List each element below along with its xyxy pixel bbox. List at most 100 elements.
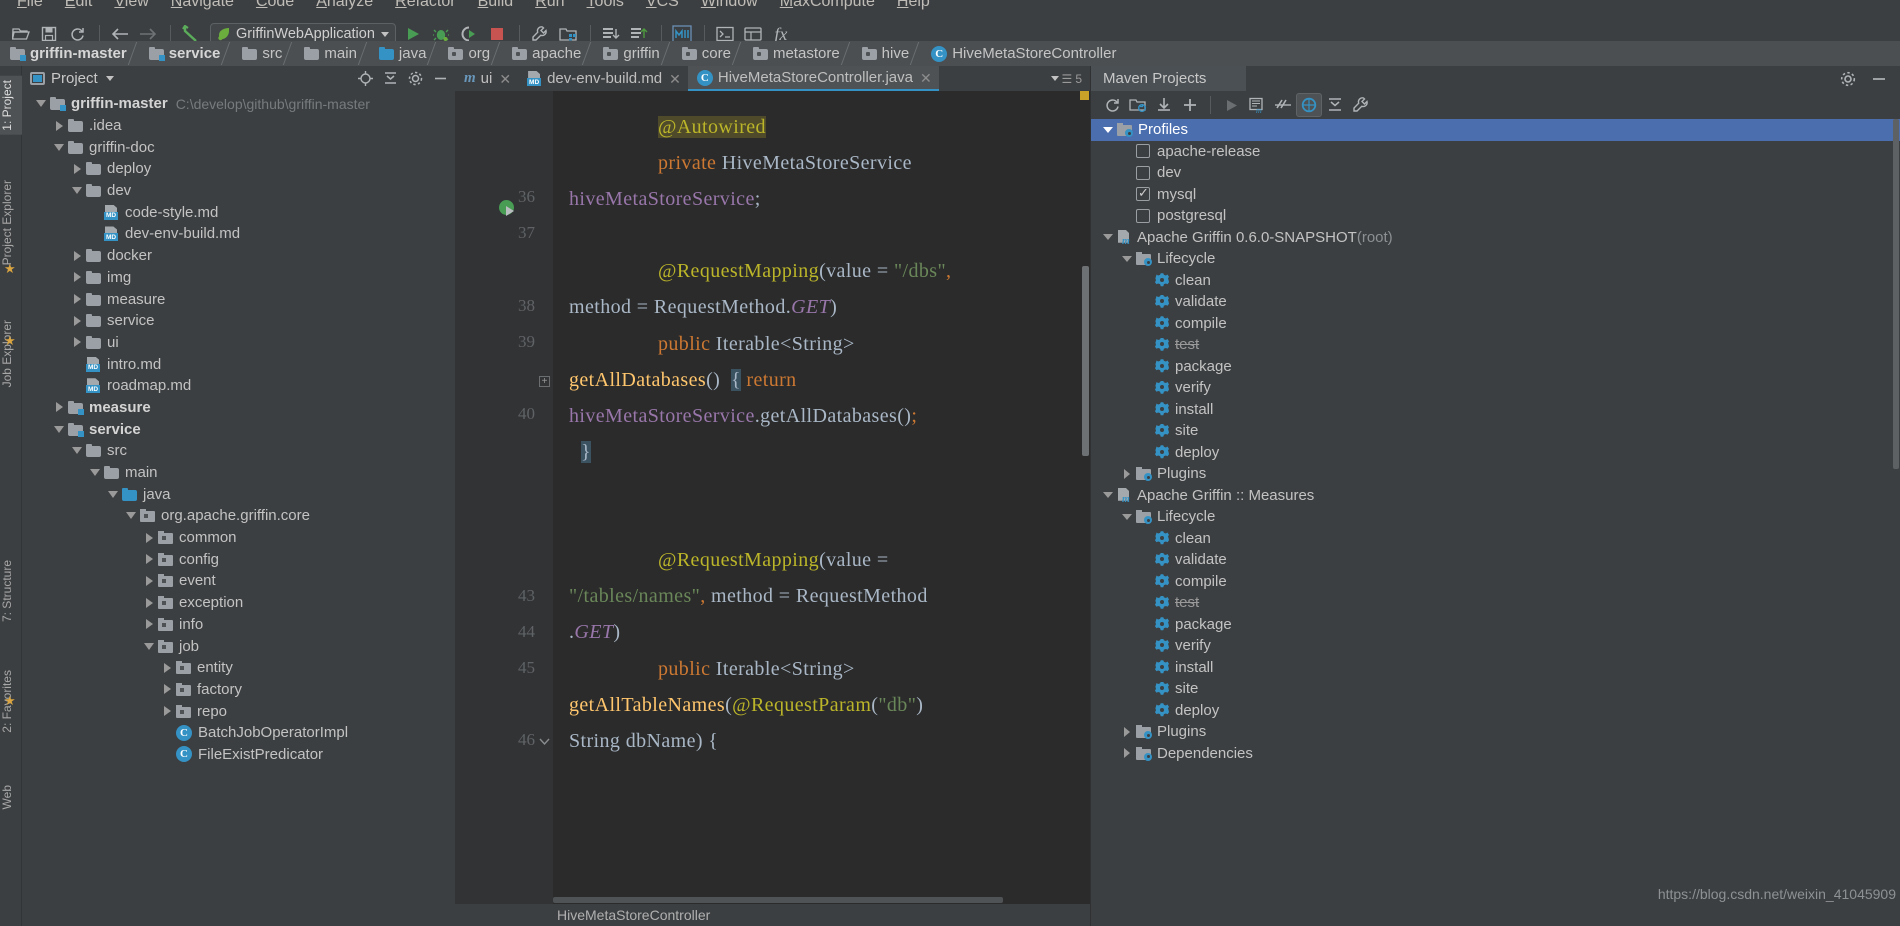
breadcrumb-item-metastore[interactable]: metastore (749, 41, 858, 66)
tree-twisty[interactable] (104, 483, 122, 505)
menu-item-view[interactable]: View (103, 0, 159, 11)
maven-node-verify[interactable]: verify (1091, 377, 1900, 399)
maven-node-plugins[interactable]: Plugins (1091, 463, 1900, 485)
collapse-all-maven-icon[interactable] (1322, 93, 1348, 117)
tree-twisty[interactable] (68, 267, 86, 289)
tree-node-entity[interactable]: entity (22, 657, 455, 679)
tree-node-service[interactable]: service (22, 310, 455, 332)
tree-twisty[interactable] (32, 93, 50, 115)
maven-twisty[interactable] (1118, 748, 1136, 759)
tree-twisty[interactable] (158, 657, 176, 679)
maven-node-dev[interactable]: dev (1091, 162, 1900, 184)
tree-node-service[interactable]: service (22, 418, 455, 440)
menu-item-maxcompute[interactable]: MaxCompute (769, 0, 886, 11)
inspection-widget[interactable]: ☰ 5 (1050, 66, 1090, 91)
code-line[interactable]: String dbName) { (569, 730, 718, 753)
menu-item-analyze[interactable]: Analyze (305, 0, 384, 11)
settings-gear-icon[interactable] (404, 69, 426, 89)
hide-icon[interactable] (429, 69, 451, 89)
tree-twisty[interactable] (50, 115, 68, 137)
reimport-icon[interactable] (1099, 93, 1125, 117)
maven-node-verify[interactable]: verify (1091, 635, 1900, 657)
editor-vertical-scrollbar[interactable] (1080, 91, 1090, 926)
tree-node-event[interactable]: event (22, 570, 455, 592)
maven-node-install[interactable]: install (1091, 399, 1900, 421)
maven-vertical-scrollbar[interactable] (1892, 119, 1900, 489)
tree-node-griffin-master[interactable]: griffin-master C:\develop\github\griffin-… (22, 93, 455, 115)
menu-item-vcs[interactable]: VCS (635, 0, 690, 11)
close-icon[interactable]: ✕ (499, 72, 511, 86)
maven-node-profiles[interactable]: Profiles (1091, 119, 1900, 141)
tool-window-button-project[interactable]: 1: Project (0, 76, 22, 135)
maven-node-lifecycle[interactable]: Lifecycle (1091, 506, 1900, 528)
fold-collapse-icon[interactable] (539, 736, 550, 747)
tree-node-intro-md[interactable]: MD intro.md (22, 353, 455, 375)
tree-node-docker[interactable]: docker (22, 245, 455, 267)
maven-node-clean[interactable]: clean (1091, 270, 1900, 292)
tree-twisty[interactable] (86, 223, 104, 245)
code-line[interactable]: } (581, 441, 591, 464)
code-line[interactable]: @Autowired (658, 116, 766, 139)
code-line[interactable]: private HiveMetaStoreService (658, 152, 912, 175)
hscrollbar-thumb[interactable] (553, 897, 1003, 903)
chevron-down-icon[interactable] (1050, 76, 1059, 81)
tree-twisty[interactable] (158, 722, 176, 744)
maven-twisty[interactable] (1118, 513, 1136, 520)
tree-node-dev[interactable]: dev (22, 180, 455, 202)
maven-node-lifecycle[interactable]: Lifecycle (1091, 248, 1900, 270)
tree-twisty[interactable] (68, 375, 86, 397)
maven-settings-gear-icon[interactable] (1837, 69, 1859, 89)
maven-node-clean[interactable]: clean (1091, 528, 1900, 550)
tool-window-button-structure[interactable]: 7: Structure (0, 556, 22, 626)
tree-twisty[interactable] (68, 353, 86, 375)
maven-node-apache-release[interactable]: apache-release (1091, 141, 1900, 163)
error-stripe-marker[interactable] (1080, 91, 1089, 100)
maven-node-validate[interactable]: validate (1091, 291, 1900, 313)
editor-tab-hivemetastorecontroller-java[interactable]: C HiveMetaStoreController.java ✕ (687, 66, 939, 91)
tree-twisty[interactable] (68, 310, 86, 332)
tree-twisty[interactable] (50, 397, 68, 419)
maven-node-site[interactable]: site (1091, 678, 1900, 700)
add-icon[interactable] (1177, 93, 1203, 117)
tree-node-img[interactable]: img (22, 267, 455, 289)
maven-tree[interactable]: Profiles apache-release dev mysql postgresql… (1091, 119, 1900, 919)
breadcrumb-item-griffin[interactable]: griffin (599, 41, 677, 66)
tree-twisty[interactable] (50, 136, 68, 158)
maven-twisty[interactable] (1118, 468, 1136, 479)
code-line[interactable]: getAllTableNames(@RequestParam("db") (569, 694, 923, 717)
tree-node-org-apache-griffin-core[interactable]: org.apache.griffin.core (22, 505, 455, 527)
maven-hide-icon[interactable] (1868, 69, 1890, 89)
maven-run-icon[interactable] (1218, 93, 1244, 117)
menu-item-window[interactable]: Window (690, 0, 769, 11)
maven-node-dependencies[interactable]: Dependencies (1091, 743, 1900, 765)
tree-twisty[interactable] (68, 245, 86, 267)
maven-node-package[interactable]: package (1091, 356, 1900, 378)
maven-node-package[interactable]: package (1091, 614, 1900, 636)
tree-node-config[interactable]: config (22, 548, 455, 570)
tree-twisty[interactable] (68, 288, 86, 310)
breadcrumb-item-hivemetastorecontroller[interactable]: C HiveMetaStoreController (927, 41, 1120, 66)
tool-window-button-jobexplorer[interactable]: Job Explorer (0, 316, 22, 391)
breadcrumb-item-apache[interactable]: apache (508, 41, 599, 66)
tree-twisty[interactable] (140, 548, 158, 570)
tree-twisty[interactable] (140, 614, 158, 636)
tree-node-info[interactable]: info (22, 614, 455, 636)
tree-node-fileexistpredicator[interactable]: C FileExistPredicator (22, 744, 455, 766)
code-line[interactable]: getAllDatabases() { return (569, 369, 797, 392)
breadcrumb-item-griffin-master[interactable]: griffin-master (6, 41, 145, 66)
menu-item-run[interactable]: Run (524, 0, 575, 11)
toggle-skip-tests-icon[interactable] (1270, 93, 1296, 117)
code-line[interactable]: public Iterable<String> (658, 333, 855, 356)
maven-node-deploy[interactable]: deploy (1091, 442, 1900, 464)
tool-window-button-web[interactable]: Web (0, 781, 22, 813)
editor-gutter[interactable]: + 36 37 38 39 40 43 44 45 46 (455, 91, 553, 926)
breadcrumb-item-org[interactable]: org (444, 41, 508, 66)
generate-sources-icon[interactable] (1125, 93, 1151, 117)
tree-twisty[interactable] (140, 570, 158, 592)
tool-window-button-projectexplorer[interactable]: Project Explorer (0, 176, 22, 269)
maven-settings-wrench-icon[interactable] (1348, 93, 1374, 117)
menu-item-code[interactable]: Code (245, 0, 305, 11)
tree-twisty[interactable] (68, 158, 86, 180)
editor-tab-dev-env-build-md[interactable]: MD dev-env-build.md ✕ (518, 66, 688, 91)
maven-node-test[interactable]: test (1091, 592, 1900, 614)
